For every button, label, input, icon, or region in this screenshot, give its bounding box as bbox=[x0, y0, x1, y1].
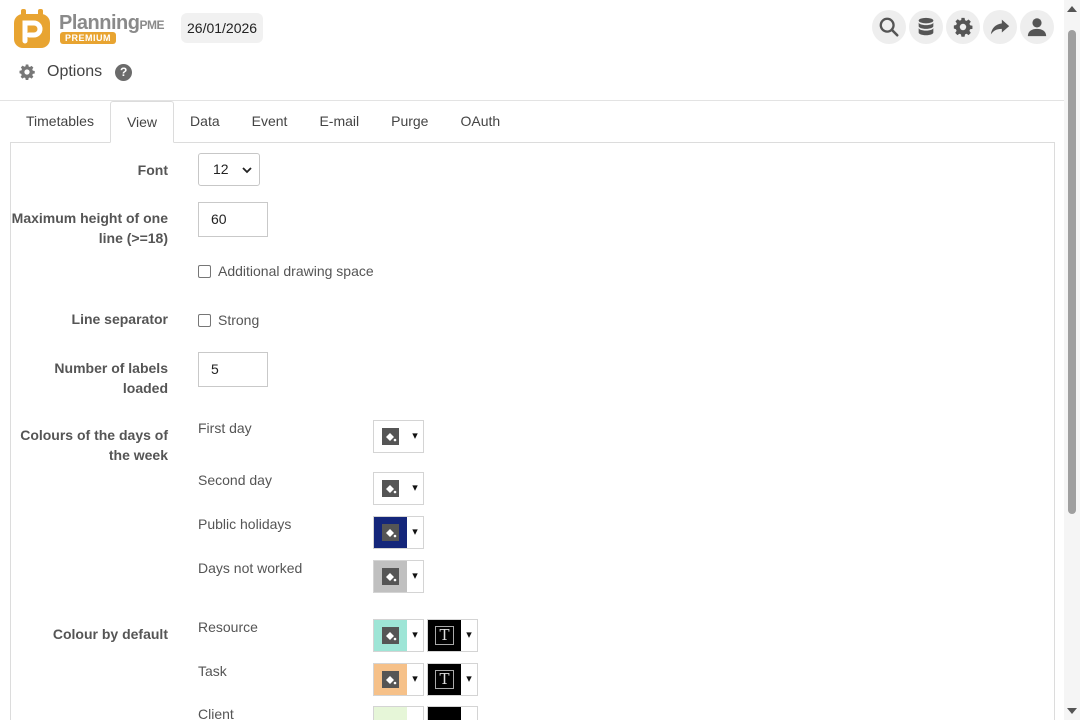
dropdown-caret-icon: ▾ bbox=[412, 629, 418, 641]
resource-color-picker[interactable]: ▾ bbox=[373, 619, 424, 652]
logo-icon bbox=[14, 9, 50, 48]
second-day-label: Second day bbox=[198, 472, 272, 488]
client-text-color-picker[interactable] bbox=[427, 706, 478, 720]
help-icon[interactable]: ? bbox=[115, 63, 133, 81]
additional-space-label: Additional drawing space bbox=[218, 263, 374, 279]
dropdown-caret-icon bbox=[407, 707, 423, 720]
chevron-down-icon bbox=[242, 167, 252, 174]
dropdown-caret-icon: ▾ bbox=[412, 526, 418, 538]
font-size-value: 12 bbox=[213, 161, 229, 177]
first-day-color-picker[interactable]: ▾ bbox=[373, 420, 424, 453]
paint-bucket-icon bbox=[382, 671, 399, 688]
user-icon bbox=[1027, 18, 1047, 37]
labels-loaded-label: Number of labels loaded bbox=[54, 360, 168, 396]
paint-bucket-icon bbox=[382, 428, 399, 445]
days-not-worked-label: Days not worked bbox=[198, 560, 303, 576]
scroll-down-arrow[interactable] bbox=[1067, 708, 1077, 714]
color-swatch bbox=[374, 664, 407, 695]
dropdown-caret-icon: ▾ bbox=[412, 570, 418, 582]
share-button[interactable] bbox=[983, 10, 1017, 44]
paint-bucket-icon bbox=[382, 524, 399, 541]
checkbox-box[interactable] bbox=[198, 313, 211, 327]
tab-view[interactable]: View bbox=[109, 101, 175, 143]
text-icon: T bbox=[435, 626, 454, 645]
tab-data[interactable]: Data bbox=[174, 101, 236, 143]
app-logo[interactable]: PlanningPME PREMIUM bbox=[12, 6, 172, 50]
vertical-scrollbar[interactable] bbox=[1064, 0, 1080, 720]
public-holidays-color-picker[interactable]: ▾ bbox=[373, 516, 424, 549]
tab-purge[interactable]: Purge bbox=[375, 101, 444, 143]
top-bar: PlanningPME PREMIUM 26/01/2026 bbox=[0, 0, 1064, 56]
current-date[interactable]: 26/01/2026 bbox=[181, 13, 264, 43]
tab-event[interactable]: Event bbox=[236, 101, 304, 143]
color-swatch bbox=[374, 517, 407, 548]
tab-bar: Timetables View Data Event E-mail Purge … bbox=[10, 101, 516, 143]
max-height-input[interactable]: 60 bbox=[198, 202, 268, 237]
text-icon: T bbox=[435, 670, 454, 689]
day-colours-label: Colours of the days of the week bbox=[20, 427, 168, 463]
tab-oauth[interactable]: OAuth bbox=[444, 101, 516, 143]
gear-icon bbox=[19, 64, 35, 80]
premium-badge: PREMIUM bbox=[60, 32, 116, 44]
share-icon bbox=[990, 19, 1010, 35]
color-swatch bbox=[374, 620, 407, 651]
font-size-select[interactable]: 12 bbox=[198, 153, 260, 186]
dropdown-caret-icon: ▾ bbox=[466, 629, 472, 641]
additional-space-checkbox[interactable]: Additional drawing space bbox=[198, 263, 374, 279]
resource-text-color-picker[interactable]: T ▾ bbox=[427, 619, 478, 652]
color-swatch bbox=[374, 473, 407, 504]
color-swatch bbox=[374, 561, 407, 592]
paint-bucket-icon bbox=[382, 627, 399, 644]
text-color-swatch: T bbox=[428, 664, 461, 695]
color-swatch bbox=[374, 421, 407, 452]
client-label: Client bbox=[198, 706, 234, 720]
dropdown-caret-icon: ▾ bbox=[412, 482, 418, 494]
tab-timetables[interactable]: Timetables bbox=[10, 101, 110, 143]
labels-loaded-input[interactable]: 5 bbox=[198, 352, 268, 387]
task-color-picker[interactable]: ▾ bbox=[373, 663, 424, 696]
dropdown-caret-icon bbox=[461, 707, 477, 720]
task-text-color-picker[interactable]: T ▾ bbox=[427, 663, 478, 696]
tab-email[interactable]: E-mail bbox=[303, 101, 375, 143]
options-header: Options ? bbox=[18, 60, 133, 84]
strong-label: Strong bbox=[218, 312, 260, 328]
settings-button[interactable] bbox=[946, 10, 980, 44]
text-color-swatch: T bbox=[428, 620, 461, 651]
database-button[interactable] bbox=[909, 10, 943, 44]
dropdown-caret-icon: ▾ bbox=[412, 430, 418, 442]
scrollbar-thumb[interactable] bbox=[1068, 30, 1076, 514]
dropdown-caret-icon: ▾ bbox=[412, 673, 418, 685]
paint-bucket-icon bbox=[382, 480, 399, 497]
page-title: Options bbox=[47, 63, 103, 80]
default-colours-label: Colour by default bbox=[52, 626, 168, 642]
strong-separator-checkbox[interactable]: Strong bbox=[198, 312, 259, 328]
resource-label: Resource bbox=[198, 619, 258, 635]
client-color-picker[interactable] bbox=[373, 706, 424, 720]
line-separator-label: Line separator bbox=[71, 311, 168, 327]
search-button[interactable] bbox=[872, 10, 906, 44]
color-swatch bbox=[374, 707, 407, 720]
user-button[interactable] bbox=[1020, 10, 1054, 44]
gear-icon bbox=[953, 17, 973, 37]
text-color-swatch bbox=[428, 707, 461, 720]
scroll-up-arrow[interactable] bbox=[1067, 6, 1077, 12]
public-holidays-label: Public holidays bbox=[198, 516, 292, 532]
max-height-label: Maximum height of one line (>=18) bbox=[11, 210, 168, 246]
second-day-color-picker[interactable]: ▾ bbox=[373, 472, 424, 505]
task-label: Task bbox=[198, 663, 227, 679]
paint-bucket-icon bbox=[382, 568, 399, 585]
dropdown-caret-icon: ▾ bbox=[466, 673, 472, 685]
first-day-label: First day bbox=[198, 420, 252, 436]
days-not-worked-color-picker[interactable]: ▾ bbox=[373, 560, 424, 593]
checkbox-box[interactable] bbox=[198, 264, 211, 278]
search-icon bbox=[879, 17, 899, 37]
font-label: Font bbox=[137, 162, 168, 178]
database-icon bbox=[918, 17, 934, 36]
